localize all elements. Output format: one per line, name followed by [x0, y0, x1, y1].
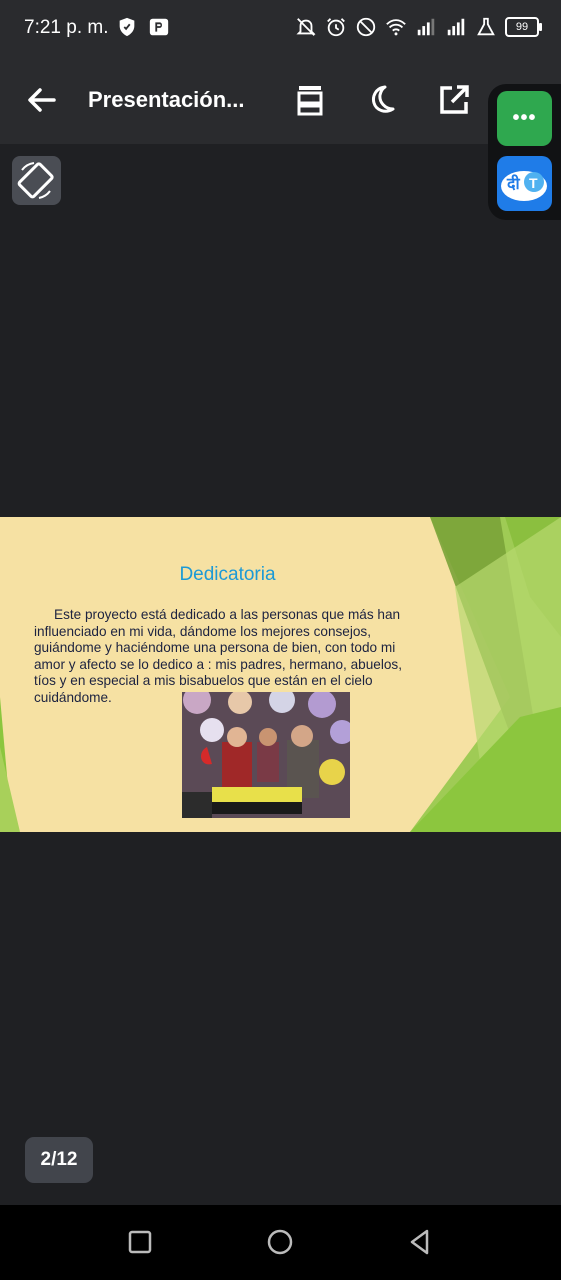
shield-icon: [119, 17, 135, 37]
signal-icon: [447, 18, 465, 36]
system-navigation-bar: [0, 1205, 561, 1280]
page-indicator: 2/12: [25, 1137, 93, 1183]
status-time: 7:21 p. m.: [24, 17, 109, 38]
screen-rotate-icon: [17, 162, 54, 199]
slide-title: Dedicatoria: [179, 564, 276, 585]
back-triangle-icon[interactable]: [405, 1227, 435, 1257]
recents-square-icon[interactable]: [125, 1227, 155, 1257]
floating-app-panel: ••• दी T: [488, 84, 561, 220]
page-layout-icon[interactable]: [292, 82, 328, 118]
svg-text:दी: दी: [506, 174, 520, 193]
dark-mode-moon-icon[interactable]: [364, 82, 400, 118]
wifi-icon: [386, 19, 406, 36]
translate-icon: दी T: [501, 171, 547, 201]
alarm-icon: [327, 18, 345, 37]
do-not-disturb-icon: [356, 17, 376, 37]
status-bar: 7:21 p. m. 99: [0, 0, 561, 56]
home-circle-icon[interactable]: [265, 1227, 295, 1257]
bell-off-icon: [296, 18, 316, 36]
lab-icon: [477, 17, 495, 36]
document-title: Presentación...: [88, 87, 245, 112]
more-dots-icon: •••: [512, 107, 537, 129]
more-dots-app-button[interactable]: •••: [497, 91, 552, 146]
family-photo: [182, 692, 350, 818]
translate-app-button[interactable]: दी T: [497, 156, 552, 211]
screen-rotate-button[interactable]: [12, 156, 61, 205]
app-toolbar: Presentación...: [0, 56, 561, 144]
open-external-icon[interactable]: [436, 82, 472, 118]
battery-icon: 99: [505, 17, 542, 37]
presentation-slide[interactable]: Dedicatoria Este proyecto está dedicado …: [0, 517, 561, 832]
signal-icon: [417, 18, 435, 36]
app-p-icon: [149, 18, 169, 36]
back-arrow-icon[interactable]: [24, 82, 60, 118]
svg-text:T: T: [529, 175, 538, 191]
